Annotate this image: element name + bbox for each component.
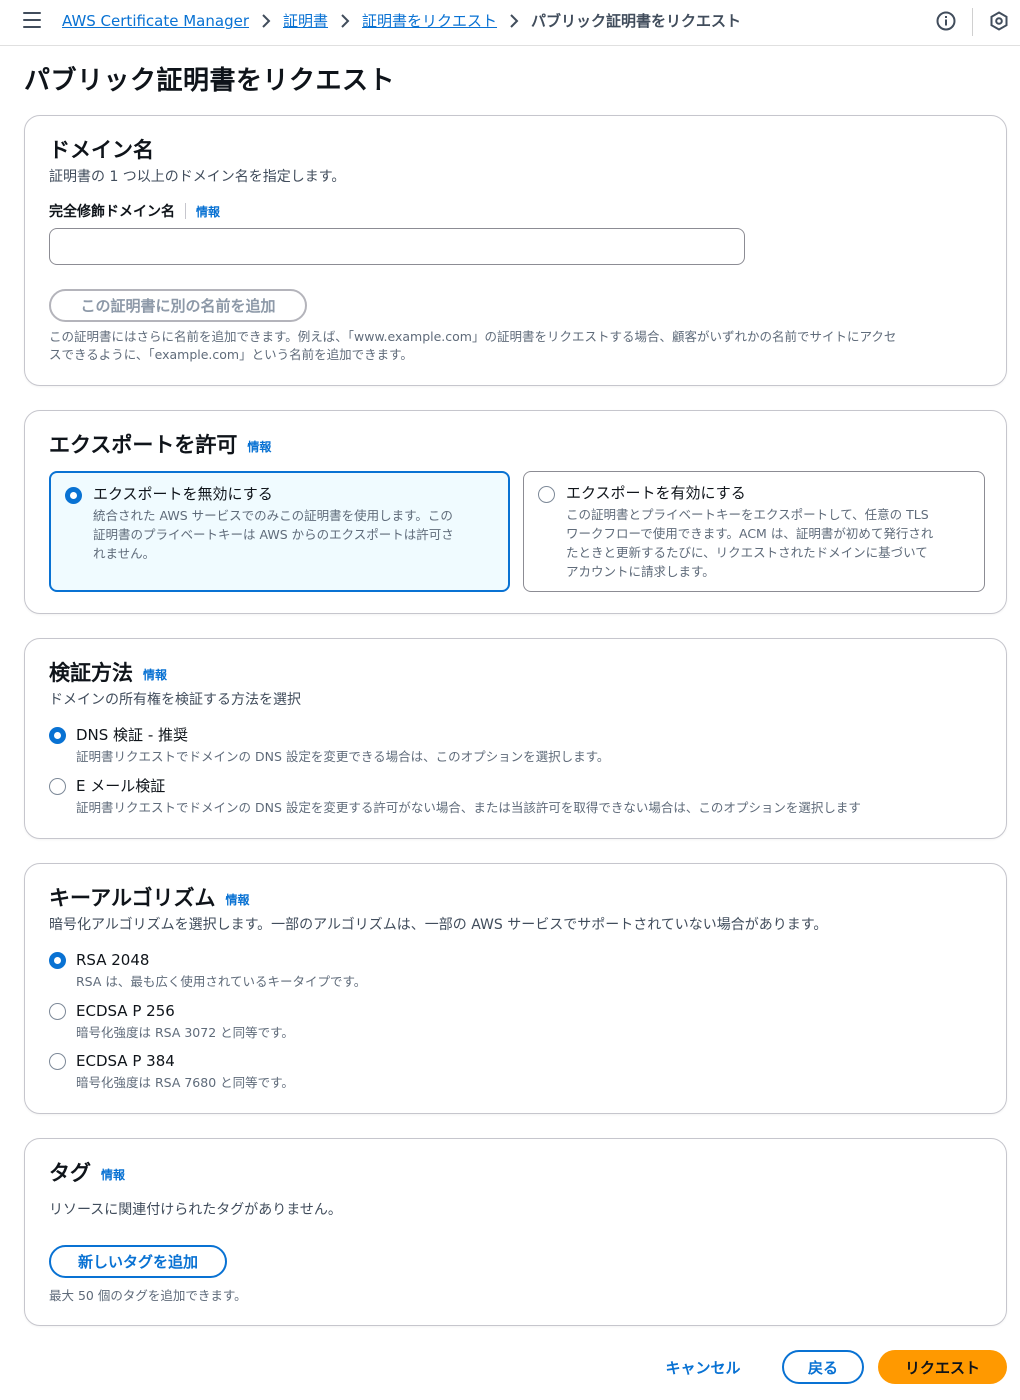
export-enable-description: この証明書とプライベートキーをエクスポートして、任意の TLS ワークフローで使… (566, 505, 933, 581)
domain-section-description: 証明書の 1 つ以上のドメイン名を指定します。 (49, 169, 346, 185)
description-line: 証明書のプライベートキーは AWS からのエクスポートは許可さ (93, 527, 454, 542)
chevron-right-icon (340, 13, 350, 28)
description-line: れません。 (93, 546, 156, 561)
domain-info-link[interactable]: 情報 (196, 203, 220, 220)
breadcrumb: AWS Certificate Manager 証明書 証明書をリクエスト パブ… (62, 10, 741, 31)
domain-section-title: ドメイン名 (49, 138, 154, 162)
validation-dns-radio[interactable] (49, 727, 66, 744)
description-line: 統合された AWS サービスでのみこの証明書を使用します。この (93, 508, 453, 523)
validation-email-title: E メール検証 (76, 777, 166, 795)
export-section-title: エクスポートを許可 (49, 433, 238, 457)
key-ecdsa-p256-radio[interactable] (49, 1003, 66, 1020)
validation-option-dns[interactable]: DNS 検証 - 推奨 証明書リクエストでドメインの DNS 設定を変更できる場… (49, 725, 609, 766)
key-ecdsa-p256-title: ECDSA P 256 (76, 1002, 175, 1020)
validation-dns-title: DNS 検証 - 推奨 (76, 726, 189, 744)
validation-section-title-row: 検証方法 情報 (49, 657, 167, 687)
validation-method-panel: 検証方法 情報 ドメインの所有権を検証する方法を選択 DNS 検証 - 推奨 証明… (24, 638, 1007, 839)
domain-help-line: この証明書にはさらに名前を追加できます。例えば、「www.example.com… (49, 329, 897, 344)
key-algorithm-info-link[interactable]: 情報 (226, 893, 250, 907)
export-panel: エクスポートを許可 情報 エクスポートを無効にする 統合された AWS サービスで… (24, 410, 1007, 614)
chevron-right-icon (261, 13, 271, 28)
menu-icon[interactable] (23, 12, 41, 28)
request-button[interactable]: リクエスト (878, 1350, 1007, 1384)
key-ecdsa-p384-title: ECDSA P 384 (76, 1052, 175, 1070)
description-line: アカウントに請求します。 (566, 564, 715, 579)
export-enable-title: エクスポートを有効にする (566, 484, 746, 502)
breadcrumb-service-link[interactable]: AWS Certificate Manager (62, 12, 249, 30)
domain-name-panel: ドメイン名 証明書の 1 つ以上のドメイン名を指定します。 完全修飾ドメイン名 … (24, 115, 1007, 386)
key-algorithm-section-description: 暗号化アルゴリズムを選択します。一部のアルゴリズムは、一部の AWS サービスで… (49, 917, 828, 933)
validation-dns-description: 証明書リクエストでドメインの DNS 設定を変更できる場合は、このオプションを選… (76, 749, 610, 764)
tags-section-title: タグ (49, 1161, 91, 1185)
add-new-tag-button[interactable]: 新しいタグを追加 (49, 1245, 227, 1278)
cancel-button[interactable]: キャンセル (652, 1354, 754, 1380)
top-navigation-bar: AWS Certificate Manager 証明書 証明書をリクエスト パブ… (0, 0, 1020, 46)
breadcrumb-request-link[interactable]: 証明書をリクエスト (362, 10, 497, 31)
key-option-ecdsa-p256[interactable]: ECDSA P 256 暗号化強度は RSA 3072 と同等です。 (49, 1001, 294, 1042)
export-info-link[interactable]: 情報 (247, 440, 271, 454)
description-line: たときと更新するたびに、リクエストされたドメインに基づいて (566, 545, 928, 560)
add-another-name-button[interactable]: この証明書に別の名前を追加 (49, 289, 307, 322)
key-ecdsa-p384-description: 暗号化強度は RSA 7680 と同等です。 (76, 1075, 294, 1090)
validation-email-description: 証明書リクエストでドメインの DNS 設定を変更する許可がない場合、または当該許… (76, 800, 861, 815)
breadcrumb-certificates-link[interactable]: 証明書 (283, 10, 328, 31)
key-rsa-2048-title: RSA 2048 (76, 951, 150, 969)
breadcrumb-current: パブリック証明書をリクエスト (531, 12, 742, 30)
domain-help-text: この証明書にはさらに名前を追加できます。例えば、「www.example.com… (49, 328, 896, 364)
domain-field-label-row: 完全修飾ドメイン名 情報 (49, 201, 220, 221)
key-ecdsa-p384-radio[interactable] (49, 1053, 66, 1070)
tags-empty-message: リソースに関連付けられたタグがありません。 (49, 1202, 342, 1218)
description-line: ワークフローで使用できます。ACM は、証明書が初めて発行され (566, 526, 934, 541)
chevron-right-icon (509, 13, 519, 28)
export-section-title-row: エクスポートを許可 情報 (49, 429, 271, 459)
domain-name-input[interactable] (49, 228, 745, 265)
export-disable-description: 統合された AWS サービスでのみこの証明書を使用します。この 証明書のプライベ… (93, 506, 454, 563)
key-rsa-2048-radio[interactable] (49, 952, 66, 969)
export-disable-radio[interactable] (65, 487, 82, 504)
key-ecdsa-p256-description: 暗号化強度は RSA 3072 と同等です。 (76, 1025, 294, 1040)
validation-email-radio[interactable] (49, 778, 66, 795)
key-option-ecdsa-p384[interactable]: ECDSA P 384 暗号化強度は RSA 7680 と同等です。 (49, 1051, 294, 1092)
settings-icon[interactable] (988, 10, 1010, 32)
export-disable-tile[interactable]: エクスポートを無効にする 統合された AWS サービスでのみこの証明書を使用しま… (49, 471, 510, 592)
key-option-rsa-2048[interactable]: RSA 2048 RSA は、最も広く使用されているキータイプです。 (49, 950, 366, 991)
info-icon[interactable] (935, 10, 957, 32)
key-rsa-2048-description: RSA は、最も広く使用されているキータイプです。 (76, 974, 367, 989)
validation-info-link[interactable]: 情報 (143, 668, 167, 682)
page-title: パブリック証明書をリクエスト (24, 66, 396, 96)
validation-section-description: ドメインの所有権を検証する方法を選択 (49, 692, 301, 708)
description-line: この証明書とプライベートキーをエクスポートして、任意の TLS (566, 507, 929, 522)
validation-option-email[interactable]: E メール検証 証明書リクエストでドメインの DNS 設定を変更する許可がない場… (49, 776, 861, 817)
tags-limit-note: 最大 50 個のタグを追加できます。 (49, 1288, 247, 1303)
domain-help-line: スできるように、「example.com」という名前を追加できます。 (49, 347, 413, 362)
tags-info-link[interactable]: 情報 (101, 1168, 125, 1182)
key-algorithm-panel: キーアルゴリズム 情報 暗号化アルゴリズムを選択します。一部のアルゴリズムは、一部… (24, 863, 1007, 1114)
export-enable-tile[interactable]: エクスポートを有効にする この証明書とプライベートキーをエクスポートして、任意の… (523, 471, 985, 592)
domain-field-label: 完全修飾ドメイン名 (49, 204, 175, 220)
tags-panel: タグ 情報 リソースに関連付けられたタグがありません。 新しいタグを追加 最大 5… (24, 1138, 1007, 1326)
label-divider (185, 203, 186, 219)
back-button[interactable]: 戻る (782, 1350, 864, 1384)
key-algorithm-section-title-row: キーアルゴリズム 情報 (49, 882, 250, 912)
key-algorithm-section-title: キーアルゴリズム (49, 886, 216, 910)
export-enable-radio[interactable] (538, 486, 555, 503)
export-disable-title: エクスポートを無効にする (93, 485, 273, 503)
top-bar-divider (972, 8, 973, 36)
tags-section-title-row: タグ 情報 (49, 1157, 125, 1187)
validation-section-title: 検証方法 (49, 661, 133, 685)
